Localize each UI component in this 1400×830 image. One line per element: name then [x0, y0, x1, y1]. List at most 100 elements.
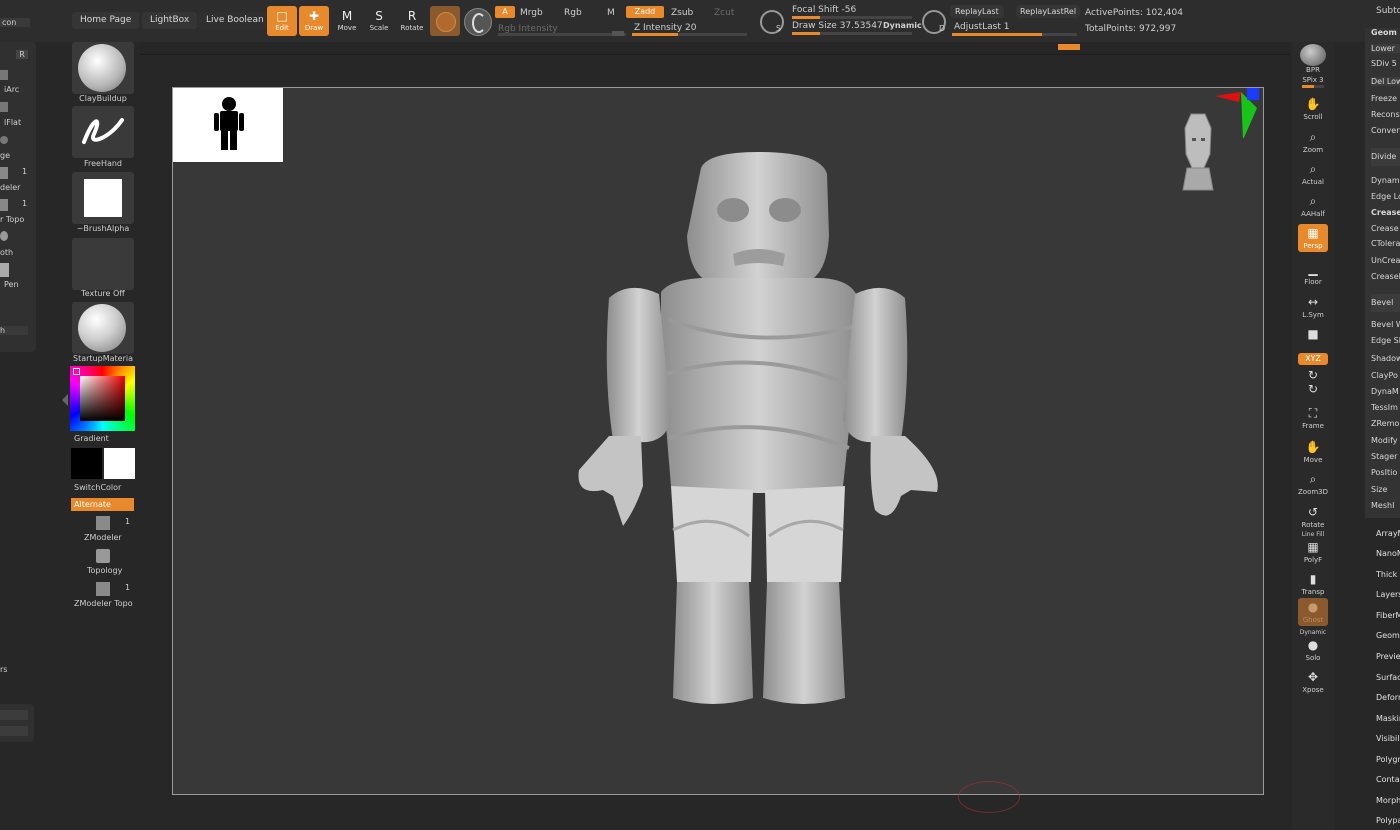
- convert-button[interactable]: Convert: [1371, 126, 1400, 135]
- rotate-axis-icons[interactable]: ↻ ↻: [1298, 368, 1328, 396]
- transp-button[interactable]: ▮ Transp: [1298, 570, 1328, 596]
- move-button[interactable]: M Move: [332, 6, 362, 36]
- left-strip-item-1[interactable]: iArc: [4, 85, 19, 94]
- freeze-button[interactable]: Freeze: [1371, 94, 1397, 103]
- left-strip-item-7[interactable]: Pen: [4, 280, 19, 289]
- scroll-button[interactable]: ✋ Scroll: [1298, 95, 1328, 121]
- draw-size-slider[interactable]: Draw Size 37.53547: [792, 21, 883, 31]
- shadowbox-item[interactable]: Shadow: [1371, 354, 1400, 363]
- size-item[interactable]: Size: [1371, 485, 1387, 494]
- section-arraymesh[interactable]: ArrayM: [1376, 529, 1400, 538]
- bevel-button[interactable]: Bevel: [1371, 294, 1400, 312]
- dynamic-button[interactable]: Dynamic: [883, 21, 922, 30]
- zmodeler-topo-tool-label[interactable]: ZModeler Topo: [74, 599, 133, 608]
- lightbox-button[interactable]: LightBox: [142, 12, 198, 29]
- focal-shift-slider[interactable]: Focal Shift -56: [792, 5, 856, 15]
- edge-sharpness-slider[interactable]: Edge Sh: [1371, 336, 1400, 345]
- home-page-button[interactable]: Home Page: [72, 12, 140, 29]
- left-bottom-field-2[interactable]: [0, 726, 28, 736]
- left-strip-item-4[interactable]: deler: [0, 183, 20, 192]
- material-swatch-button[interactable]: [430, 6, 460, 36]
- axis-gizmo-icon[interactable]: [1213, 88, 1263, 138]
- section-nanomesh[interactable]: NanoM: [1376, 549, 1400, 558]
- persp-button[interactable]: ▦ Persp: [1298, 224, 1328, 252]
- section-layers[interactable]: Layers: [1376, 590, 1400, 599]
- position-item[interactable]: PosItio: [1371, 468, 1397, 477]
- aahalf-button[interactable]: ⌕ AAHalf: [1298, 192, 1328, 218]
- draw-button[interactable]: ✚ Draw: [299, 6, 329, 36]
- adjust-last-slider[interactable]: AdjustLast 1: [954, 22, 1009, 32]
- left-strip-r-button[interactable]: R: [16, 50, 28, 59]
- crease-button[interactable]: Crease: [1371, 224, 1399, 233]
- floor-button[interactable]: ▁ Floor: [1298, 260, 1328, 286]
- ctolerance-slider[interactable]: CTolera: [1371, 239, 1400, 248]
- m-button[interactable]: M: [607, 8, 615, 18]
- section-fibermesh[interactable]: FiberM: [1376, 611, 1400, 620]
- lower-res-button[interactable]: Lower: [1371, 44, 1400, 53]
- section-contact[interactable]: Conta: [1376, 775, 1400, 784]
- mode-toggle-button[interactable]: [464, 8, 492, 36]
- scale-button[interactable]: S Scale: [364, 6, 394, 36]
- left-strip-item-3[interactable]: ge: [0, 151, 10, 160]
- zremesher-item[interactable]: ZRemo: [1371, 419, 1399, 428]
- color-picker-marker[interactable]: [73, 368, 80, 375]
- crease-section[interactable]: Crease: [1371, 208, 1400, 217]
- mummy-sculpt-model[interactable]: [573, 150, 943, 716]
- section-thickskin[interactable]: Thick: [1376, 570, 1397, 579]
- navigation-thumbnail[interactable]: [173, 88, 283, 162]
- section-masking[interactable]: Maskin: [1376, 714, 1400, 723]
- z-intensity-track[interactable]: [632, 33, 747, 36]
- a-button[interactable]: A: [495, 6, 515, 18]
- section-geometry-hd[interactable]: Geom: [1376, 631, 1400, 640]
- color-picker-left-arrow[interactable]: [62, 390, 68, 410]
- zoom3d-button[interactable]: ⌕ Zoom3D: [1298, 470, 1328, 496]
- topology-tool-label[interactable]: Topology: [87, 566, 122, 575]
- xyz-button[interactable]: XYZ: [1298, 353, 1328, 365]
- tessimate-item[interactable]: TessIm: [1371, 403, 1398, 412]
- rotate-button[interactable]: R Rotate: [397, 6, 427, 36]
- document-canvas[interactable]: [172, 87, 1264, 813]
- zoom-button[interactable]: ⌕ Zoom: [1298, 128, 1328, 154]
- section-preview[interactable]: Previe: [1376, 652, 1400, 661]
- color-picker-square[interactable]: [80, 376, 125, 421]
- divide-button[interactable]: Divide: [1371, 148, 1400, 166]
- edit-button[interactable]: □ Edit: [267, 6, 297, 36]
- gradient-label[interactable]: Gradient: [74, 434, 109, 443]
- stager-item[interactable]: Stager: [1371, 452, 1397, 461]
- brush-thumb[interactable]: [72, 42, 134, 94]
- material-thumb[interactable]: [72, 302, 134, 354]
- replay-last-rel-button[interactable]: ReplayLastRel: [1016, 5, 1081, 18]
- modify-topology-item[interactable]: Modify: [1371, 436, 1398, 445]
- rgb-button[interactable]: Rgb: [564, 8, 582, 18]
- left-strip-top-button[interactable]: con: [0, 18, 30, 27]
- color-picker[interactable]: [70, 366, 135, 431]
- section-deformation[interactable]: Deform: [1376, 693, 1400, 702]
- frame-button[interactable]: ⛶ Frame: [1298, 404, 1328, 430]
- left-strip-item-5[interactable]: r Topo: [0, 215, 24, 224]
- section-morph-target[interactable]: Morph: [1376, 796, 1400, 805]
- alpha-thumb[interactable]: [72, 172, 134, 224]
- switch-color-button[interactable]: SwitchColor: [74, 483, 121, 492]
- left-strip-item-8[interactable]: h: [0, 326, 28, 335]
- section-polypaint[interactable]: Polypa: [1376, 816, 1400, 825]
- zsub-button[interactable]: Zsub: [671, 8, 693, 18]
- left-strip-item-6[interactable]: oth: [0, 248, 13, 257]
- uncrease-button[interactable]: UnCrea: [1371, 256, 1400, 265]
- alternate-button[interactable]: Alternate: [71, 498, 134, 511]
- sdiv-slider[interactable]: SDiv 5: [1371, 59, 1397, 68]
- dynamesh-item[interactable]: DynaM: [1371, 387, 1399, 396]
- zmodeler-tool-label[interactable]: ZModeler: [84, 533, 122, 542]
- lock-button[interactable]: ■: [1298, 325, 1328, 343]
- section-visibility[interactable]: Visibil: [1376, 734, 1399, 743]
- section-polygroups[interactable]: Polygr: [1376, 755, 1400, 764]
- adjust-last-track[interactable]: [952, 33, 1077, 36]
- bpr-button[interactable]: BPR: [1298, 44, 1328, 74]
- rotate-view-button[interactable]: ↺ Rotate: [1298, 503, 1328, 529]
- menu-grip[interactable]: [1058, 44, 1080, 50]
- claypolish-item[interactable]: ClayPo: [1371, 371, 1398, 380]
- left-bottom-field-1[interactable]: [0, 710, 28, 720]
- focal-shift-track[interactable]: [792, 16, 912, 19]
- z-intensity-slider[interactable]: Z Intensity 20: [634, 23, 697, 33]
- left-strip-item-2[interactable]: lFlat: [4, 118, 21, 127]
- bevel-width-slider[interactable]: Bevel W: [1371, 320, 1400, 329]
